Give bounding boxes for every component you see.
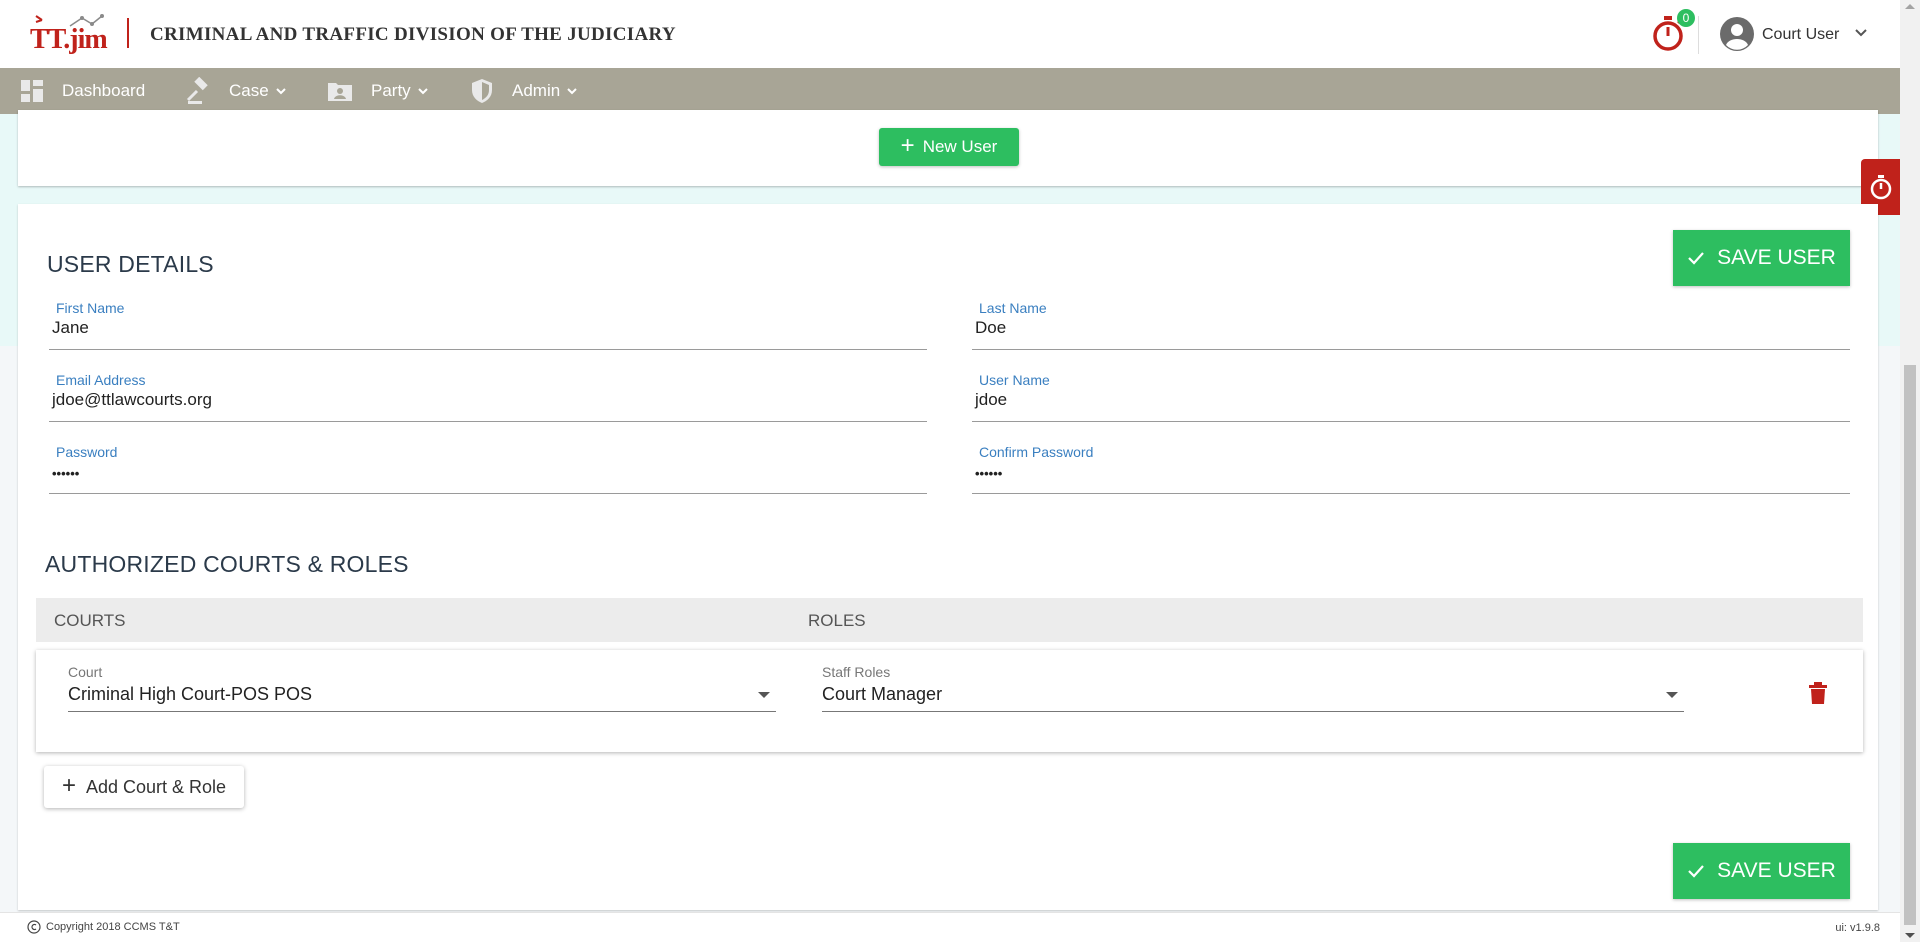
logo-text: TT.jim (30, 24, 108, 55)
courts-roles-table-header: COURTS ROLES (36, 598, 1863, 642)
column-header-roles: ROLES (808, 611, 866, 630)
user-menu-name[interactable]: Court User (1762, 26, 1839, 44)
copyright-text: Copyright 2018 CCMS T&T (46, 921, 180, 933)
staff-roles-select[interactable]: Staff Roles Court Manager (822, 664, 1684, 712)
nav-item-dashboard[interactable]: Dashboard (20, 68, 145, 114)
username-value[interactable]: jdoe (975, 390, 1007, 410)
scroll-thumb[interactable] (1904, 365, 1916, 925)
page-scrollbar[interactable] (1900, 0, 1920, 942)
copyright-icon (27, 920, 41, 934)
stopwatch-icon (1870, 175, 1891, 200)
nav-label-case: Case (229, 81, 269, 100)
courts-roles-title: AUTHORIZED COURTS & ROLES (45, 551, 409, 577)
dropdown-arrow-icon (758, 692, 770, 698)
add-court-role-label: Add Court & Role (85, 776, 227, 797)
new-user-label: New User (922, 137, 998, 156)
chevron-down-icon (567, 88, 577, 95)
court-select[interactable]: Court Criminal High Court-POS POS (68, 664, 776, 712)
first-name-label: First Name (56, 300, 125, 316)
password-value[interactable]: •••••• (52, 466, 79, 481)
logo-divider (127, 18, 129, 48)
username-label: User Name (979, 372, 1050, 388)
nav-item-case[interactable]: Case (185, 68, 287, 114)
email-field[interactable]: Email Address jdoe@ttlawcourts.org (49, 372, 927, 422)
top-header: TT.jim CRIMINAL AND TRAFFIC DIVISION OF … (0, 0, 1900, 68)
last-name-field[interactable]: Last Name Doe (972, 300, 1850, 350)
court-select-label: Court (68, 664, 103, 680)
court-select-value: Criminal High Court-POS POS (68, 684, 313, 704)
user-avatar-icon[interactable] (1720, 17, 1754, 51)
plus-icon: + (900, 132, 915, 159)
check-icon (1688, 865, 1704, 878)
dashboard-icon (21, 80, 43, 102)
password-field[interactable]: Password •••••• (49, 444, 927, 494)
first-name-value[interactable]: Jane (52, 318, 89, 338)
save-user-label: SAVE USER (1717, 859, 1836, 882)
app-logo[interactable]: TT.jim (30, 14, 110, 55)
staff-roles-label: Staff Roles (822, 664, 891, 680)
dropdown-arrow-icon (1666, 692, 1678, 698)
header-separator (1698, 16, 1699, 54)
nav-label-admin: Admin (512, 81, 561, 100)
chevron-down-icon (417, 88, 428, 95)
timer-count-badge: 0 (1677, 9, 1695, 27)
gavel-icon (186, 77, 208, 104)
nav-item-party[interactable]: Party (327, 68, 429, 114)
user-details-title: USER DETAILS (47, 251, 214, 277)
add-court-role-button[interactable]: + Add Court & Role (44, 766, 244, 808)
court-role-row: Court Criminal High Court-POS POS Staff … (36, 650, 1863, 752)
last-name-value[interactable]: Doe (975, 318, 1006, 338)
confirm-password-label: Confirm Password (979, 444, 1094, 460)
confirm-password-field[interactable]: Confirm Password •••••• (972, 444, 1850, 494)
email-label: Email Address (56, 372, 146, 388)
nav-label-party: Party (371, 81, 411, 100)
shield-icon (472, 79, 492, 103)
version-text: ui: v1.9.8 (1835, 922, 1880, 934)
save-user-button-bottom[interactable]: SAVE USER (1673, 843, 1850, 899)
copyright: Copyright 2018 CCMS T&T (27, 920, 180, 934)
last-name-label: Last Name (979, 300, 1047, 316)
party-folder-icon (328, 83, 352, 101)
confirm-password-value[interactable]: •••••• (975, 466, 1002, 481)
chevron-down-icon (275, 88, 286, 95)
page-footer: Copyright 2018 CCMS T&T ui: v1.9.8 (0, 912, 1900, 942)
nav-label-dashboard: Dashboard (62, 81, 146, 100)
app-title: CRIMINAL AND TRAFFIC DIVISION OF THE JUD… (150, 24, 676, 45)
email-value[interactable]: jdoe@ttlawcourts.org (52, 390, 212, 410)
first-name-field[interactable]: First Name Jane (49, 300, 927, 350)
save-user-label: SAVE USER (1717, 246, 1836, 269)
scroll-down-arrow-icon[interactable] (1905, 933, 1915, 938)
scroll-up-arrow-icon[interactable] (1905, 4, 1915, 9)
staff-roles-value: Court Manager (822, 684, 943, 704)
check-icon (1688, 252, 1704, 265)
new-user-button[interactable]: + New User (879, 128, 1019, 166)
save-user-button-top[interactable]: SAVE USER (1673, 230, 1850, 286)
nav-item-admin[interactable]: Admin (470, 68, 578, 114)
username-field[interactable]: User Name jdoe (972, 372, 1850, 422)
column-header-courts: COURTS (54, 611, 126, 630)
chevron-down-icon[interactable] (1854, 26, 1868, 40)
plus-icon: + (61, 772, 76, 799)
delete-trash-icon[interactable] (1808, 681, 1828, 705)
password-label: Password (56, 444, 118, 460)
main-navbar: Dashboard Case Party Admin (0, 68, 1900, 114)
